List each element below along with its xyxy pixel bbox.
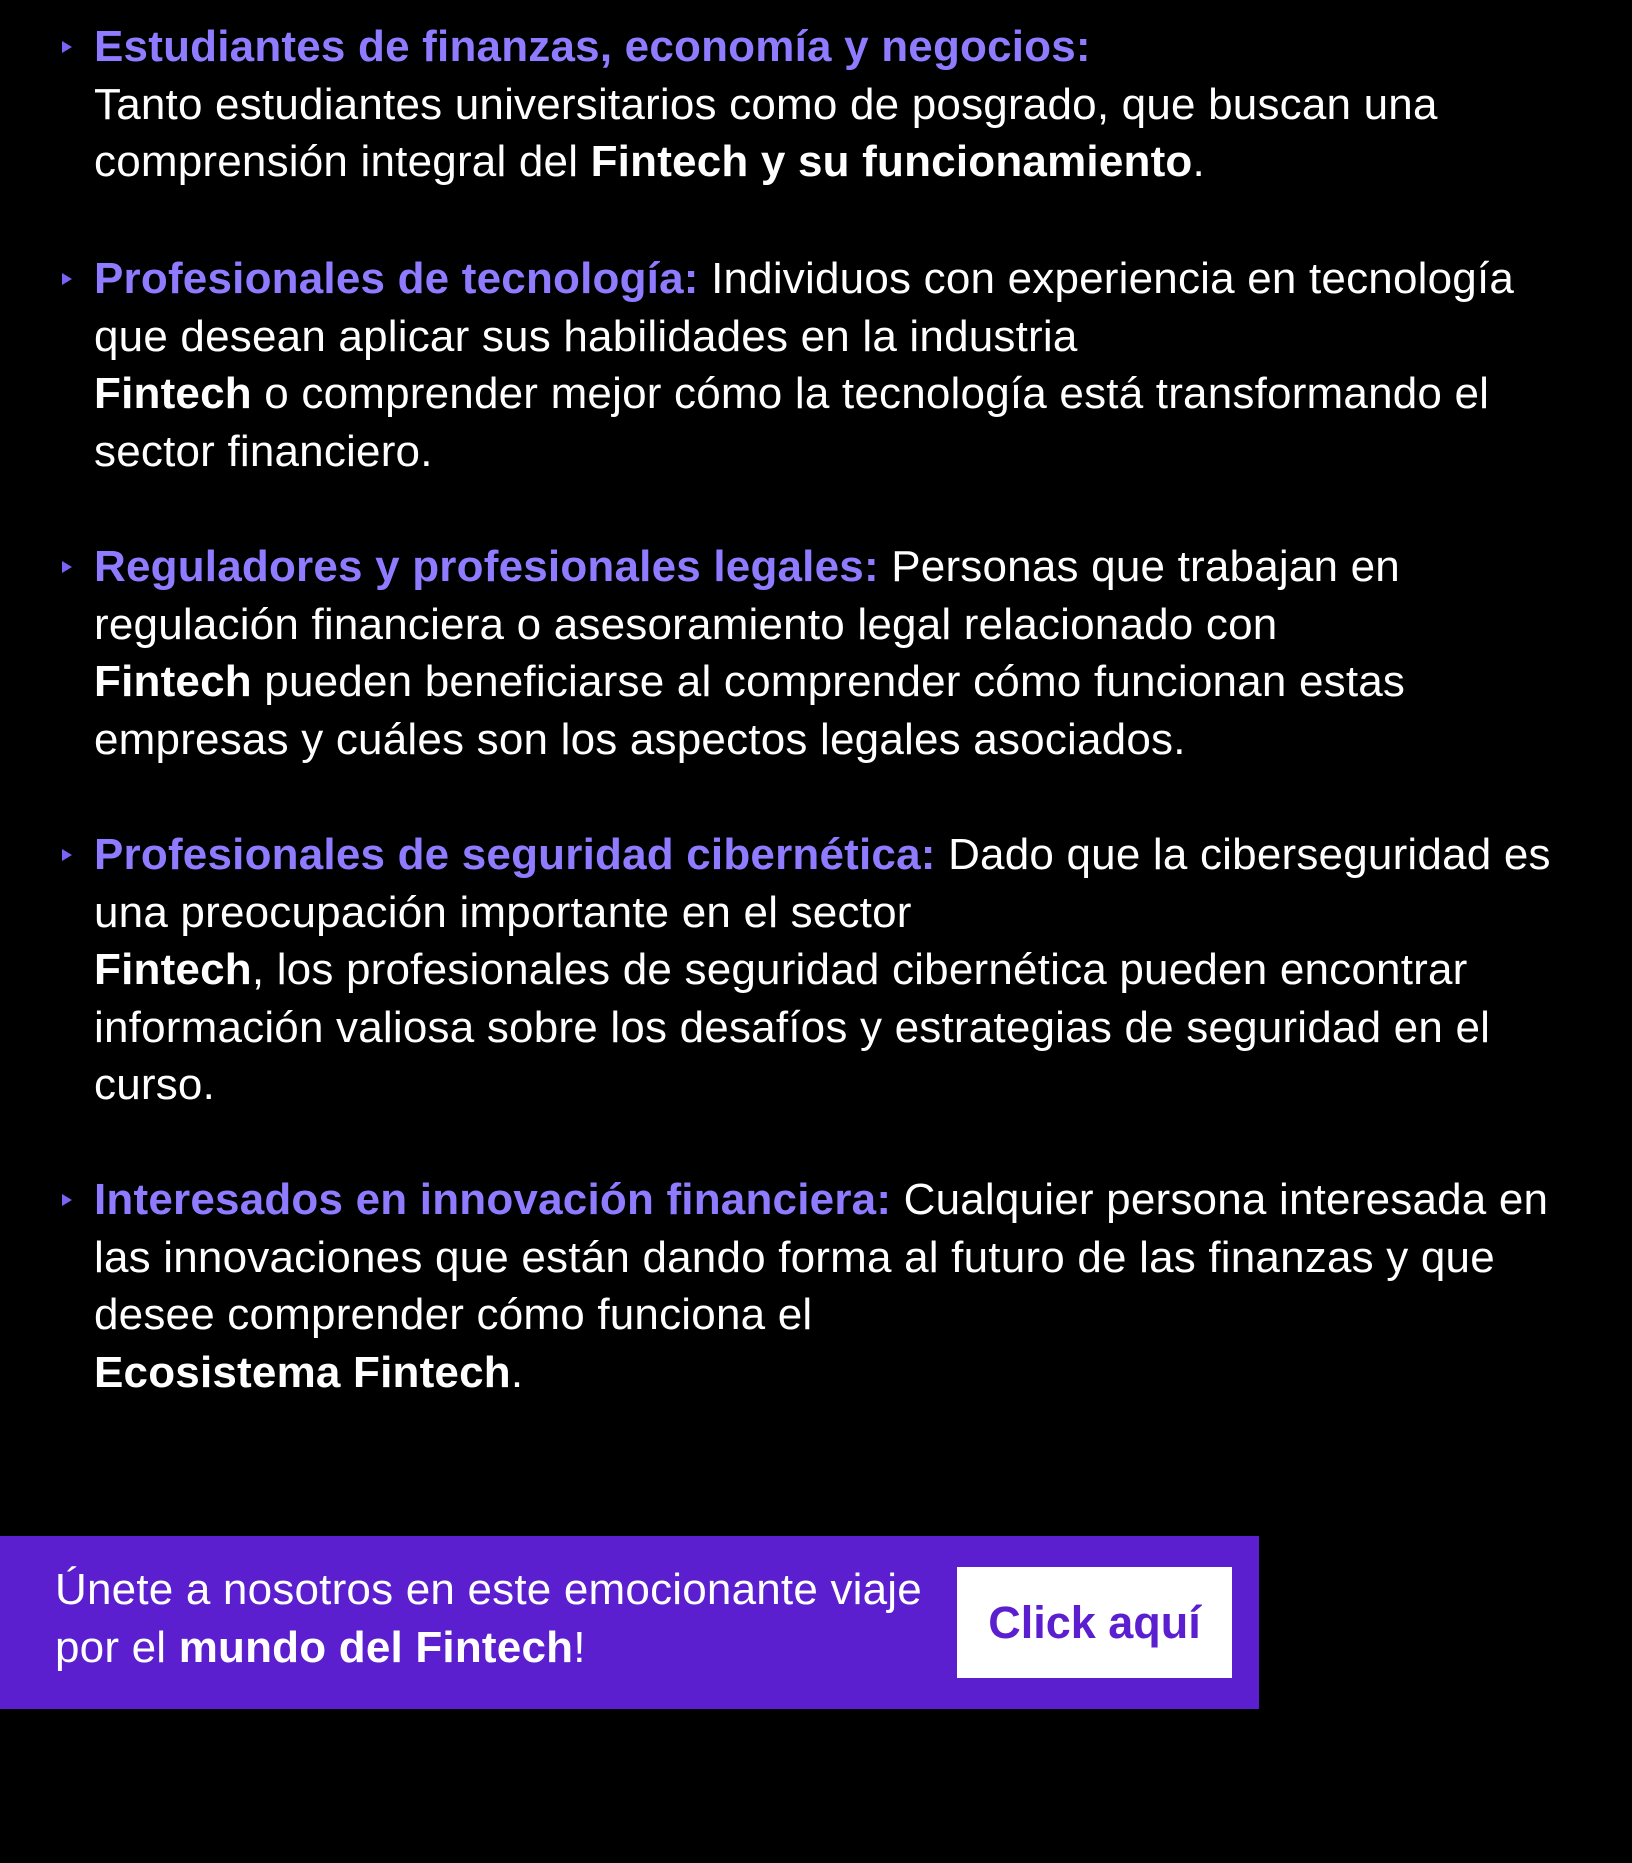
item-text-end: o comprender mejor cómo la tecnología es… xyxy=(94,369,1490,476)
triangle-bullet-icon xyxy=(62,273,72,285)
list-item: Interesados en innovación financiera: Cu… xyxy=(62,1171,1574,1401)
cta-bold-text: mundo del Fintech xyxy=(178,1622,574,1672)
item-text-end: . xyxy=(510,1347,524,1397)
list-item: Estudiantes de finanzas, economía y nego… xyxy=(62,18,1574,191)
item-heading: Interesados en innovación financiera: xyxy=(94,1175,892,1224)
triangle-bullet-icon xyxy=(62,849,72,861)
list-item: Profesionales de seguridad cibernética: … xyxy=(62,826,1574,1114)
item-heading: Profesionales de seguridad cibernética: xyxy=(94,830,936,879)
cta-text: Únete a nosotros en este emocionante via… xyxy=(55,1561,955,1676)
item-bold-text: Fintech xyxy=(94,657,252,706)
list-item: Reguladores y profesionales legales: Per… xyxy=(62,538,1574,768)
cta-banner: Únete a nosotros en este emocionante via… xyxy=(0,1536,1259,1709)
item-heading: Estudiantes de finanzas, economía y nego… xyxy=(94,22,1091,71)
item-bold-text: Fintech xyxy=(94,369,252,418)
triangle-bullet-icon xyxy=(62,1194,72,1206)
item-text-end: . xyxy=(1192,137,1205,186)
item-heading: Profesionales de tecnología: xyxy=(94,254,699,303)
item-bold-text: Fintech y su funcionamiento xyxy=(590,137,1193,186)
item-text-end: , los profesionales de seguridad ciberné… xyxy=(94,945,1491,1109)
click-here-button[interactable]: Click aquí xyxy=(957,1567,1232,1678)
triangle-bullet-icon xyxy=(62,41,72,53)
item-bold-text: Ecosistema Fintech xyxy=(94,1347,511,1397)
cta-text-end: ! xyxy=(573,1622,586,1672)
triangle-bullet-icon xyxy=(62,561,72,573)
item-bold-text: Fintech xyxy=(94,945,252,994)
item-heading: Reguladores y profesionales legales: xyxy=(94,542,879,591)
list-item: Profesionales de tecnología: Individuos … xyxy=(62,250,1574,480)
item-text-end: pueden beneficiarse al comprender cómo f… xyxy=(94,657,1406,764)
